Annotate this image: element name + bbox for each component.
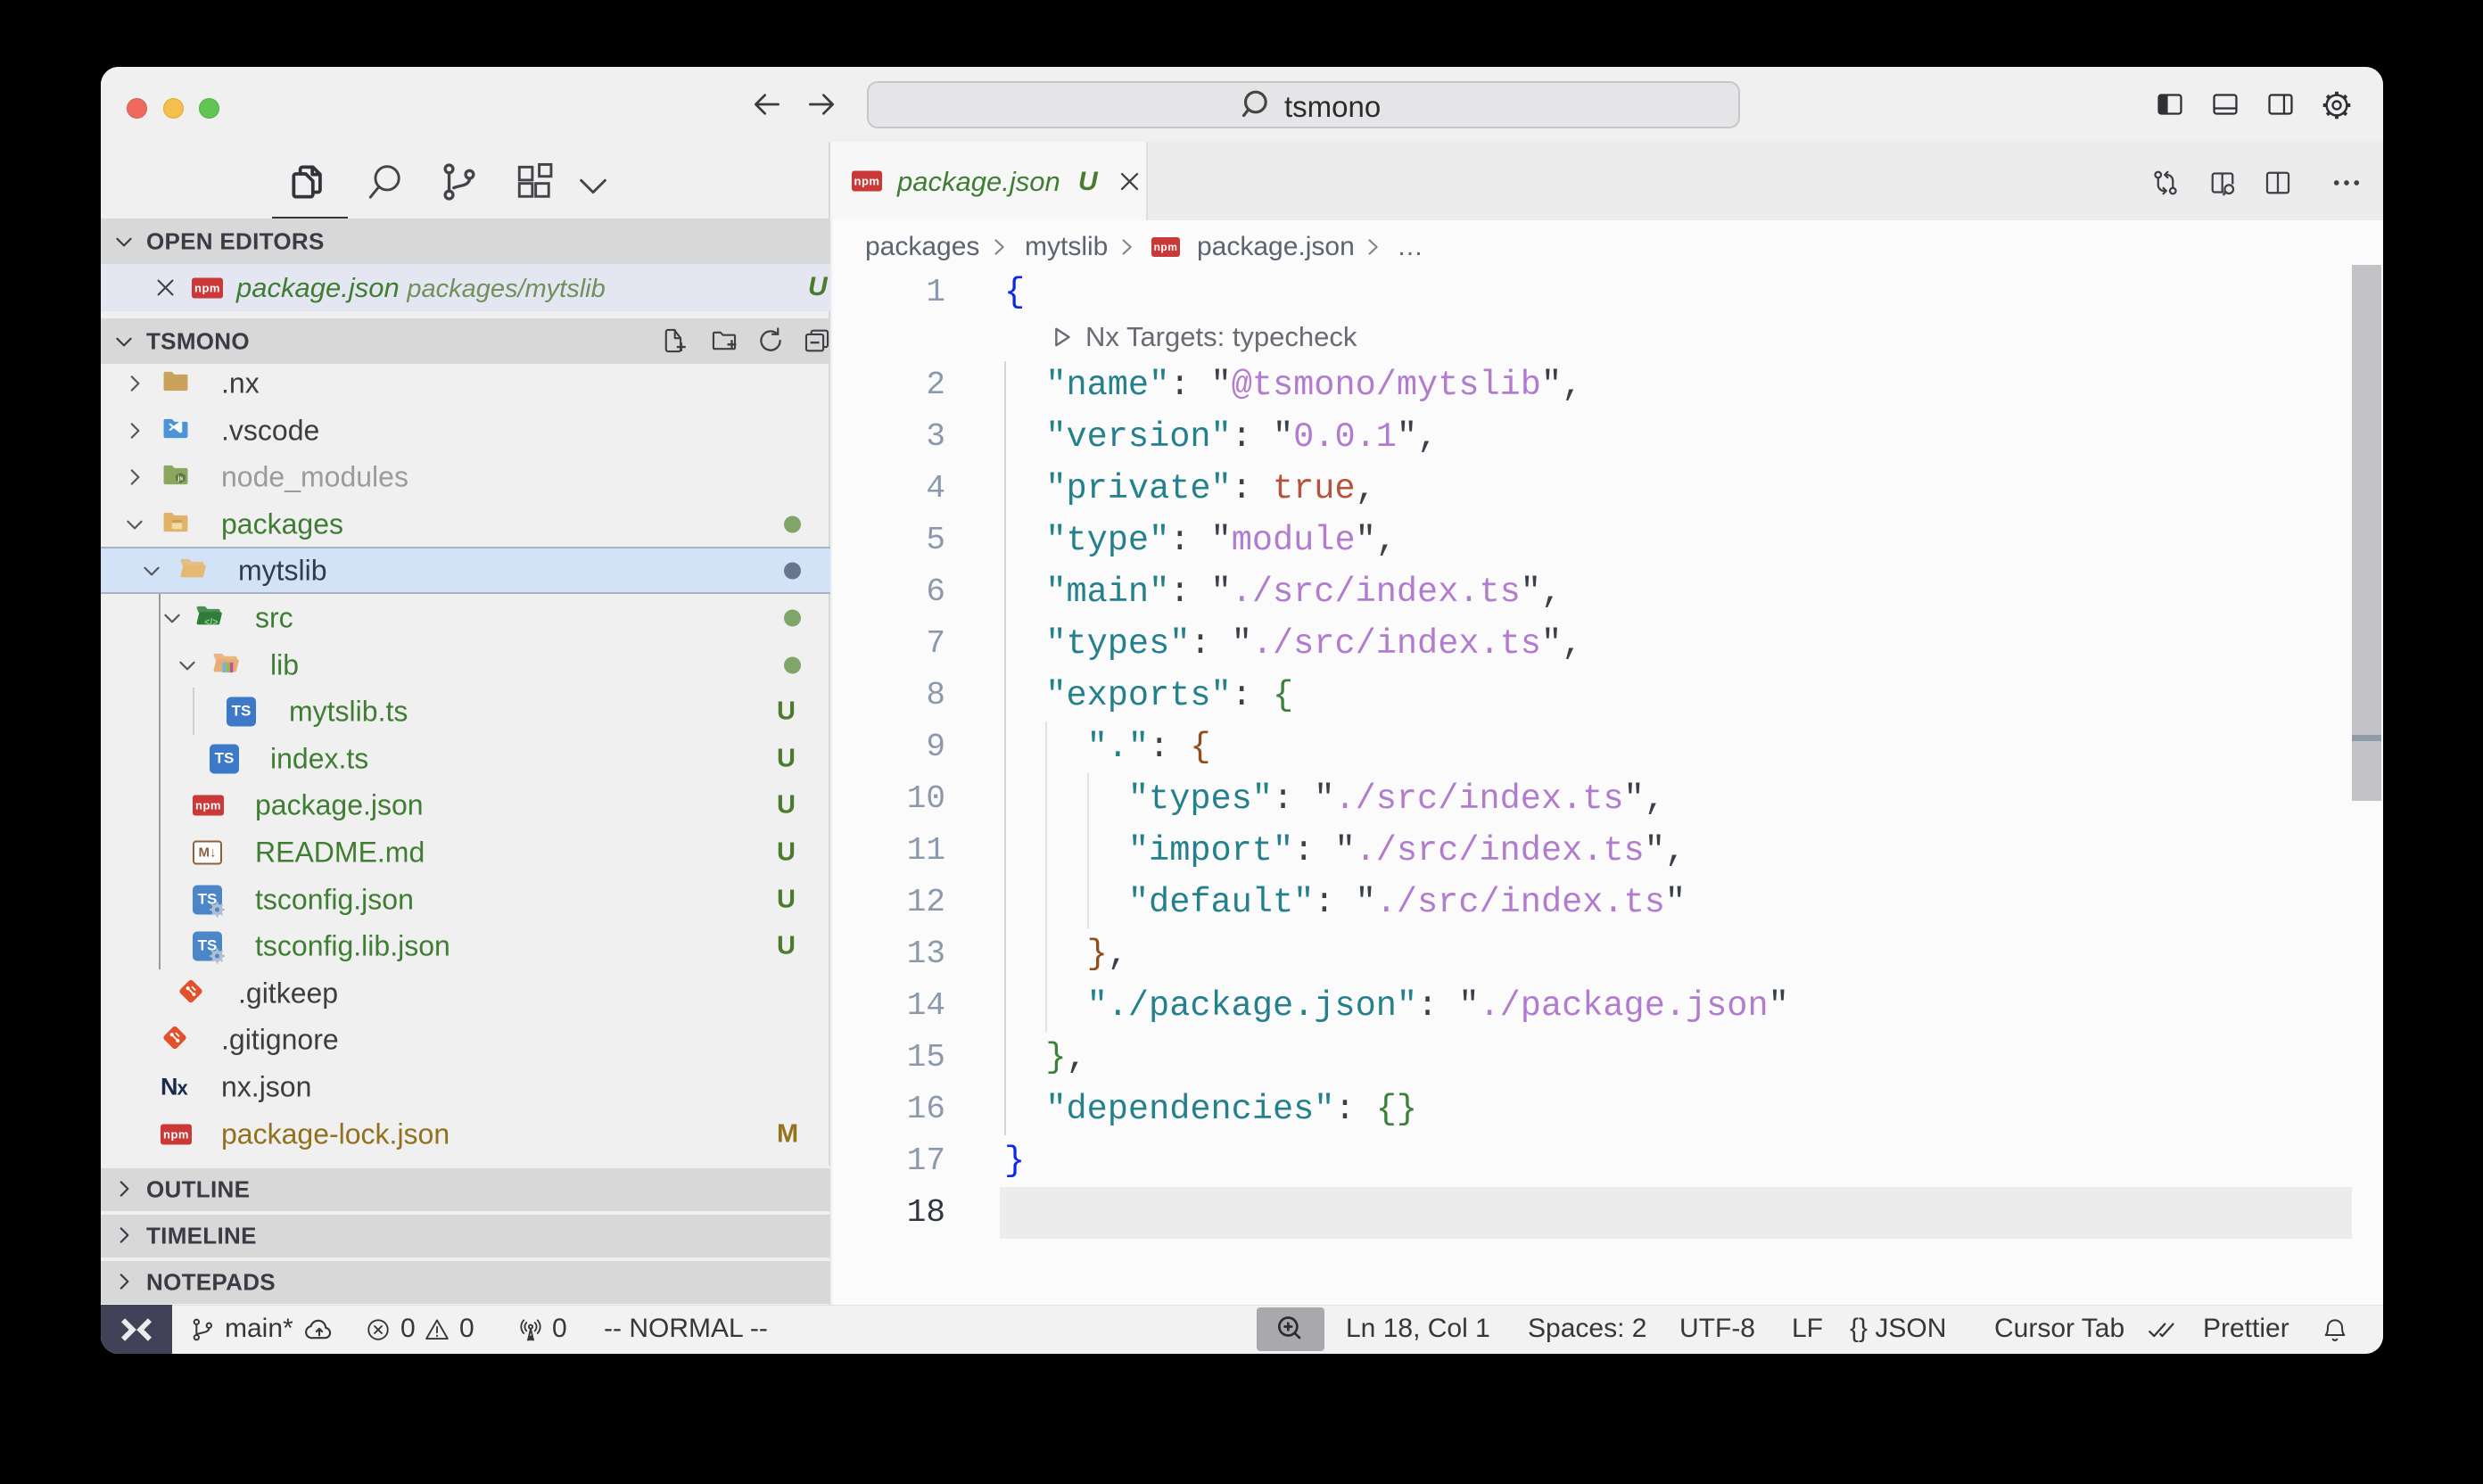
svg-text:</>: </> [204, 617, 218, 628]
svg-text:js: js [177, 474, 183, 482]
